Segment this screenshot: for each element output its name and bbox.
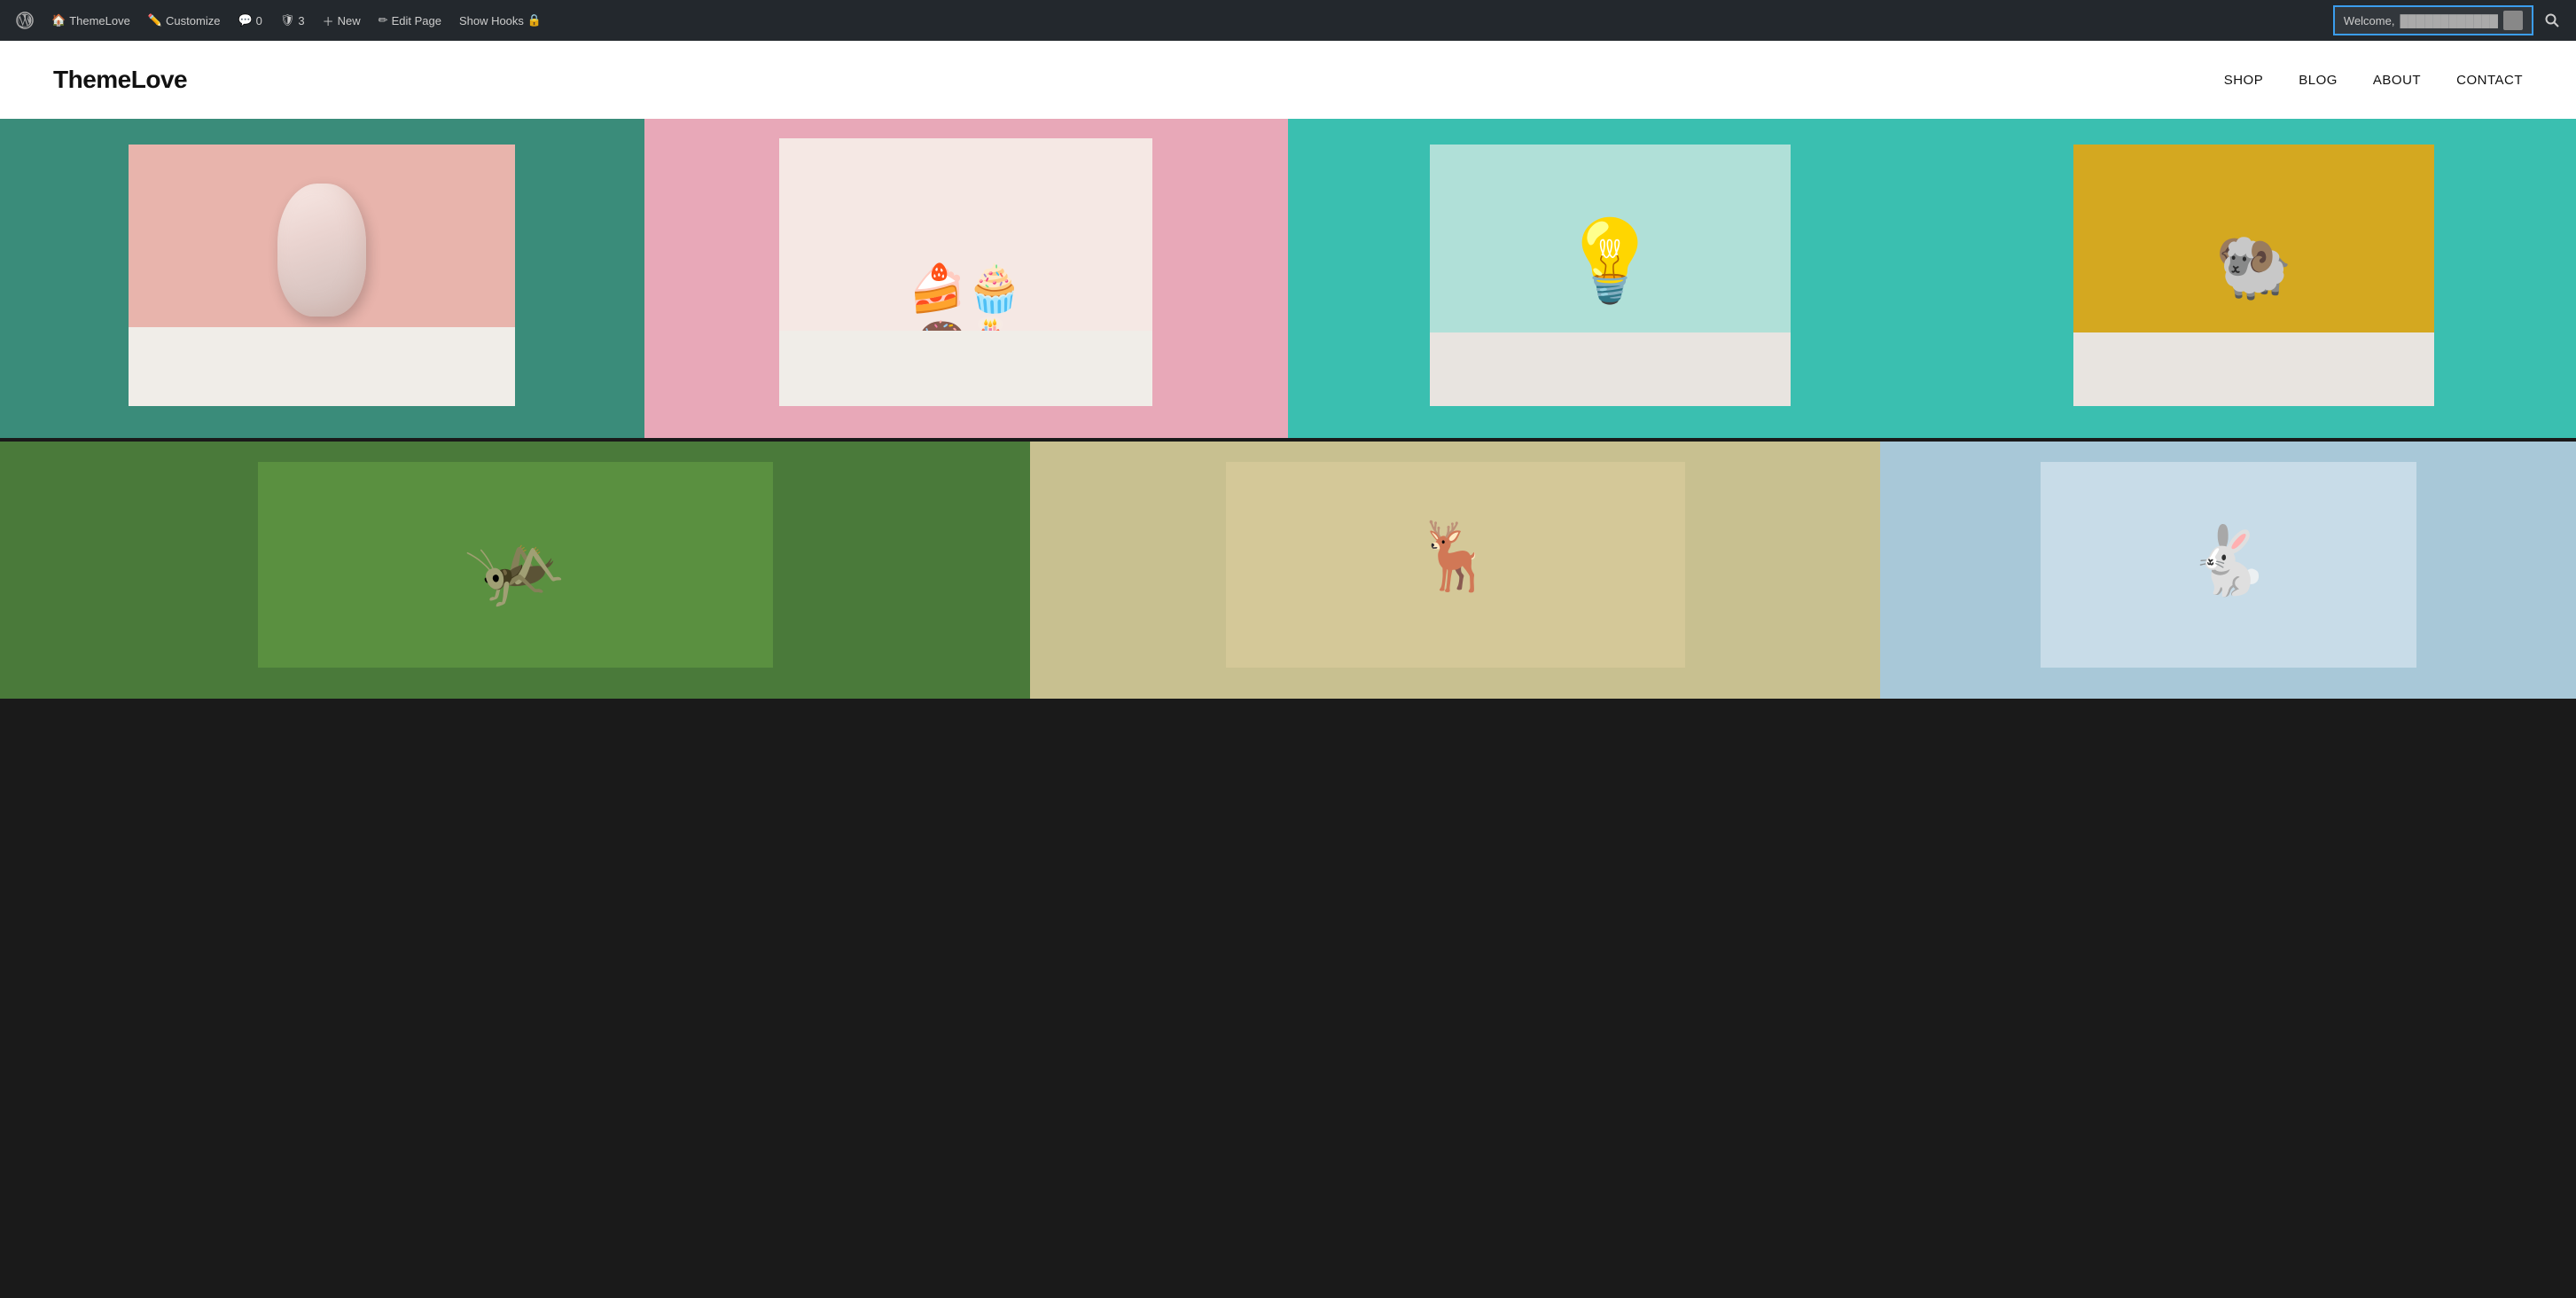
site-name-icon: 🏠 [51, 13, 66, 27]
search-button[interactable] [2537, 0, 2567, 41]
site-nav: SHOP BLOG ABOUT CONTACT [2224, 73, 2523, 88]
gallery-cell-2-3[interactable]: 🐇 [1880, 442, 2576, 699]
admin-edit-page[interactable]: ✏ Edit Page [371, 0, 449, 41]
gallery-cell-1-1[interactable] [0, 119, 644, 438]
plus-icon: ＋ [323, 12, 334, 29]
gallery-cell-1-3[interactable]: 💡 [1288, 119, 1932, 438]
lock-icon: 🔒 [527, 13, 542, 27]
admin-bar-right: Welcome, ████████████ [2333, 0, 2567, 41]
edit-icon: ✏ [379, 13, 388, 27]
user-avatar [2503, 11, 2523, 30]
nav-blog[interactable]: BLOG [2299, 73, 2338, 88]
nav-about[interactable]: ABOUT [2373, 73, 2421, 88]
welcome-username: ████████████ [2400, 14, 2498, 27]
gallery-row-1: 🍰🧁 🍩🎂 💡 🐏 [0, 119, 2576, 438]
shield-icon: 🛡 [280, 13, 295, 27]
admin-show-hooks[interactable]: Show Hooks 🔒 [452, 0, 549, 41]
nav-shop[interactable]: SHOP [2224, 73, 2264, 88]
gallery-cell-1-2[interactable]: 🍰🧁 🍩🎂 [644, 119, 1289, 438]
gallery-cell-2-2[interactable]: 🦌 [1030, 442, 1880, 699]
gallery-row-2: 🦗 🦌 🐇 [0, 442, 2576, 699]
admin-site-name[interactable]: 🏠 ThemeLove [44, 0, 137, 41]
welcome-box[interactable]: Welcome, ████████████ [2333, 5, 2533, 35]
site-header: ThemeLove SHOP BLOG ABOUT CONTACT [0, 41, 2576, 119]
nav-contact[interactable]: CONTACT [2456, 73, 2523, 88]
customize-icon: ✏️ [148, 13, 162, 27]
gallery-cell-2-1[interactable]: 🦗 [0, 442, 1030, 699]
site-logo[interactable]: ThemeLove [53, 66, 187, 94]
gallery: 🍰🧁 🍩🎂 💡 🐏 [0, 119, 2576, 699]
admin-customize[interactable]: ✏️ Customize [141, 0, 228, 41]
admin-comments[interactable]: 💬 0 [230, 0, 269, 41]
comments-icon: 💬 [238, 13, 252, 27]
admin-bar: 🏠 ThemeLove ✏️ Customize 💬 0 🛡 3 ＋ New ✏… [0, 0, 2576, 41]
admin-security[interactable]: 🛡 3 [273, 0, 312, 41]
wp-logo[interactable] [9, 0, 41, 41]
gallery-cell-1-4[interactable]: 🐏 [1932, 119, 2576, 438]
admin-new[interactable]: ＋ New [316, 0, 368, 41]
